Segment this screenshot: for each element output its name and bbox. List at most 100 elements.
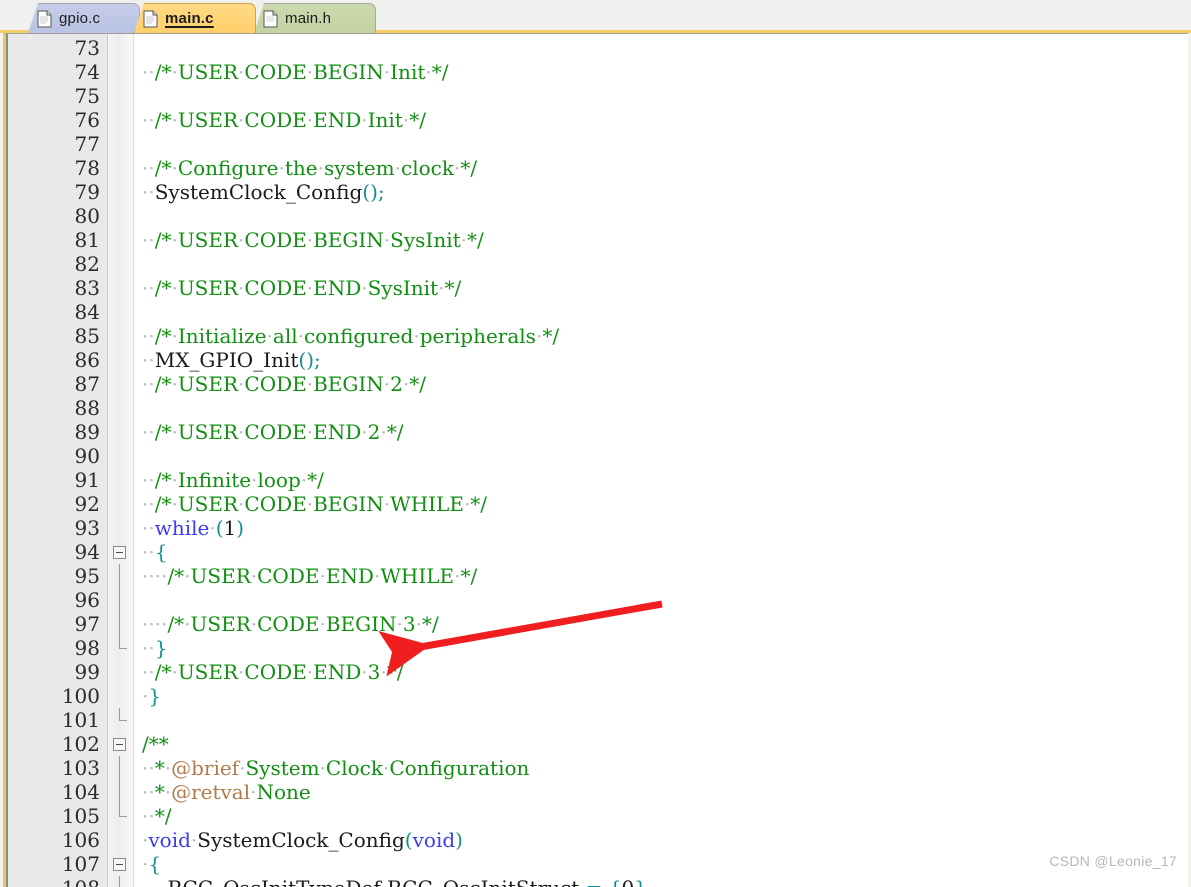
line-number: 79	[74, 180, 100, 204]
code-line[interactable]: ····/*·USER·CODE·BEGIN·3·*/	[134, 612, 1188, 636]
fold-marker-row[interactable]	[108, 540, 133, 564]
fold-marker-row	[108, 132, 133, 156]
line-number: 78	[74, 156, 100, 180]
fold-marker-row	[108, 396, 133, 420]
file-document-icon	[263, 10, 278, 27]
code-line[interactable]: ··SystemClock_Config();	[134, 180, 1188, 204]
line-number: 94	[74, 540, 100, 564]
line-number: 92	[74, 492, 100, 516]
line-number: 107	[61, 852, 100, 876]
code-line[interactable]	[134, 396, 1188, 420]
fold-collapse-icon[interactable]	[113, 738, 126, 751]
code-line[interactable]: ··/*·USER·CODE·BEGIN·WHILE·*/	[134, 492, 1188, 516]
tab-label: main.h	[285, 10, 332, 27]
fold-guide-line	[119, 876, 120, 887]
code-line[interactable]: ··/*·Initialize·all·configured·periphera…	[134, 324, 1188, 348]
code-line[interactable]: ··*/	[134, 804, 1188, 828]
code-line[interactable]	[134, 444, 1188, 468]
fold-marker-row	[108, 420, 133, 444]
code-line[interactable]: ··*·@retval·None	[134, 780, 1188, 804]
code-folding-column[interactable]	[108, 34, 134, 887]
fold-guide-line	[119, 612, 120, 636]
fold-marker-row	[108, 492, 133, 516]
code-line[interactable]	[134, 84, 1188, 108]
line-number: 103	[61, 756, 100, 780]
tab-gpio-c[interactable]: gpio.c	[28, 3, 140, 33]
line-number: 76	[74, 108, 100, 132]
code-line[interactable]: ··/*·USER·CODE·BEGIN·SysInit·*/	[134, 228, 1188, 252]
code-line[interactable]: ··/*·USER·CODE·BEGIN·Init·*/	[134, 60, 1188, 84]
code-line[interactable]: ··/*·USER·CODE·END·SysInit·*/	[134, 276, 1188, 300]
editor-tab-bar: gpio.c main.c main.h	[0, 0, 1191, 33]
line-number: 101	[61, 708, 100, 732]
fold-marker-row	[108, 612, 133, 636]
line-number: 88	[74, 396, 100, 420]
fold-marker-row	[108, 756, 133, 780]
code-line[interactable]: ··/*·USER·CODE·END·2·*/	[134, 420, 1188, 444]
code-line[interactable]	[134, 36, 1188, 60]
fold-marker-row	[108, 444, 133, 468]
fold-marker-row	[108, 876, 133, 887]
fold-marker-row	[108, 60, 133, 84]
line-number: 99	[74, 660, 100, 684]
code-text-area[interactable]: ··/*·USER·CODE·BEGIN·Init·*/ ··/*·USER·CO…	[134, 34, 1188, 887]
fold-guide-line	[119, 780, 120, 804]
code-line[interactable]: ··*·@brief·System·Clock·Configuration	[134, 756, 1188, 780]
code-line[interactable]: ··MX_GPIO_Init();	[134, 348, 1188, 372]
line-number: 97	[74, 612, 100, 636]
code-line[interactable]: ··}	[134, 636, 1188, 660]
code-line[interactable]	[134, 588, 1188, 612]
fold-marker-row	[108, 348, 133, 372]
tab-main-c[interactable]: main.c	[134, 3, 256, 33]
code-editor[interactable]: 73 74 75 76 77 78 79 80 81 82 83 84 85 86 87 88 89 90 91 92…	[6, 34, 1188, 887]
code-line[interactable]: ··/*·USER·CODE·END·3·*/	[134, 660, 1188, 684]
line-number: 108	[8, 876, 107, 887]
fold-marker-row	[108, 564, 133, 588]
fold-marker-row	[108, 828, 133, 852]
code-line[interactable]: ··/*·Infinite·loop·*/	[134, 468, 1188, 492]
line-number: 80	[74, 204, 100, 228]
line-number: 100	[61, 684, 100, 708]
fold-marker-row	[108, 180, 133, 204]
fold-marker-row	[108, 300, 133, 324]
code-line[interactable]	[134, 132, 1188, 156]
code-line[interactable]: ··{	[134, 540, 1188, 564]
fold-collapse-icon[interactable]	[113, 858, 126, 871]
code-line[interactable]: ··while·(1)	[134, 516, 1188, 540]
code-line[interactable]: ····RCC_OscInitTypeDef·RCC_OscInitStruct…	[134, 876, 1188, 887]
fold-marker-row	[108, 276, 133, 300]
code-line[interactable]	[134, 252, 1188, 276]
code-line[interactable]: ··/*·USER·CODE·END·Init·*/	[134, 108, 1188, 132]
fold-collapse-icon[interactable]	[113, 546, 126, 559]
code-line[interactable]: ·}	[134, 684, 1188, 708]
fold-end-marker	[119, 708, 127, 721]
code-line[interactable]: ·{	[134, 852, 1188, 876]
line-number: 104	[61, 780, 100, 804]
code-line[interactable]: ·void·SystemClock_Config(void)	[134, 828, 1188, 852]
code-line[interactable]	[134, 708, 1188, 732]
fold-marker-row	[108, 324, 133, 348]
line-number: 105	[61, 804, 100, 828]
line-number: 75	[74, 84, 100, 108]
code-line[interactable]: ··/*·Configure·the·system·clock·*/	[134, 156, 1188, 180]
fold-marker-row	[108, 372, 133, 396]
line-number: 83	[74, 276, 100, 300]
fold-end-marker	[119, 804, 127, 817]
fold-marker-row	[108, 780, 133, 804]
fold-marker-row	[108, 516, 133, 540]
tab-main-h[interactable]: main.h	[254, 3, 376, 33]
tab-label: gpio.c	[59, 10, 101, 27]
code-line[interactable]: ····/*·USER·CODE·END·WHILE·*/	[134, 564, 1188, 588]
tab-label: main.c	[165, 10, 214, 27]
fold-guide-line	[119, 564, 120, 588]
code-line[interactable]	[134, 300, 1188, 324]
fold-marker-row	[108, 660, 133, 684]
line-number: 95	[74, 564, 100, 588]
fold-marker-row	[108, 804, 133, 828]
fold-marker-row[interactable]	[108, 732, 133, 756]
fold-marker-row[interactable]	[108, 852, 133, 876]
code-line[interactable]: ··/*·USER·CODE·BEGIN·2·*/	[134, 372, 1188, 396]
code-line[interactable]: /**	[134, 732, 1188, 756]
fold-marker-row	[108, 468, 133, 492]
code-line[interactable]	[134, 204, 1188, 228]
